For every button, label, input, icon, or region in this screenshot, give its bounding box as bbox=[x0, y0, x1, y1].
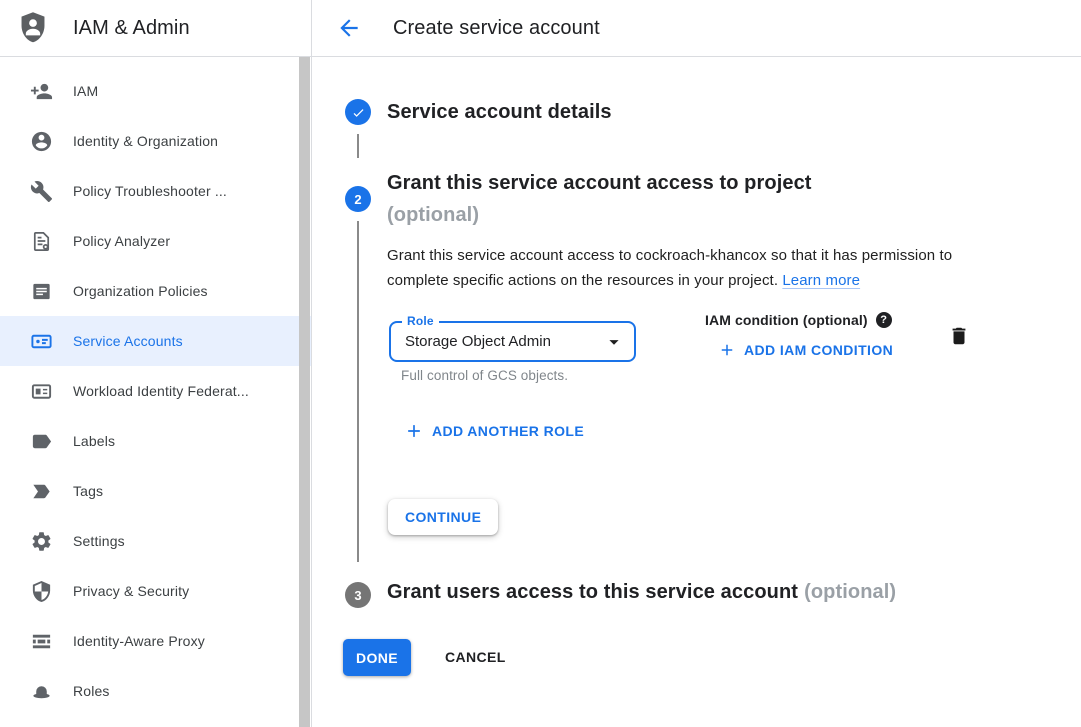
sidebar-item-iam[interactable]: IAM bbox=[0, 66, 311, 116]
sidebar-item-label: Privacy & Security bbox=[73, 583, 189, 599]
role-select[interactable]: Role Storage Object Admin bbox=[389, 321, 636, 362]
sidebar-item-label: Identity & Organization bbox=[73, 133, 218, 149]
step2-title[interactable]: Grant this service account access to pro… bbox=[387, 167, 812, 231]
learn-more-link[interactable]: Learn more bbox=[782, 272, 860, 289]
back-button[interactable] bbox=[336, 15, 362, 41]
service-account-badge-icon bbox=[30, 330, 53, 353]
person-add-icon bbox=[30, 80, 53, 103]
add-another-role-button[interactable]: ADD ANOTHER ROLE bbox=[404, 421, 584, 441]
sidebar-item-label: Organization Policies bbox=[73, 283, 208, 299]
sidebar-item-privacy-security[interactable]: Privacy & Security bbox=[0, 566, 311, 616]
sidebar-item-labels[interactable]: Labels bbox=[0, 416, 311, 466]
step1-complete-indicator bbox=[345, 99, 371, 125]
iam-admin-app: IAM & Admin Create service account IAM Id… bbox=[0, 0, 1081, 727]
sidebar-item-policy-troubleshooter[interactable]: Policy Troubleshooter ... bbox=[0, 166, 311, 216]
product-header: IAM & Admin bbox=[0, 0, 312, 56]
sidebar-item-settings[interactable]: Settings bbox=[0, 516, 311, 566]
sidebar-item-label: Workload Identity Federat... bbox=[73, 383, 249, 399]
wrench-icon bbox=[30, 180, 53, 203]
document-search-icon bbox=[30, 230, 53, 253]
create-service-account-panel: Service account details 2 Grant this ser… bbox=[312, 57, 1081, 727]
back-arrow-icon bbox=[336, 15, 362, 41]
iam-condition-header: IAM condition (optional) ? bbox=[705, 312, 892, 328]
sidebar-item-workload-identity-federat[interactable]: Workload Identity Federat... bbox=[0, 366, 311, 416]
label-tag-icon bbox=[30, 430, 53, 453]
sidebar-scrollbar[interactable] bbox=[299, 57, 310, 727]
delete-role-button[interactable] bbox=[947, 325, 971, 349]
sidebar-item-policy-analyzer[interactable]: Policy Analyzer bbox=[0, 216, 311, 266]
sidebar-nav: IAM Identity & Organization Policy Trouble… bbox=[0, 57, 312, 727]
help-icon[interactable]: ? bbox=[876, 312, 892, 328]
sidebar-item-organization-policies[interactable]: Organization Policies bbox=[0, 266, 311, 316]
sidebar-item-label: Settings bbox=[73, 533, 125, 549]
sidebar-item-label: IAM bbox=[73, 83, 98, 99]
top-bar: IAM & Admin Create service account bbox=[0, 0, 1081, 57]
step3-number-indicator: 3 bbox=[345, 582, 371, 608]
step3-optional-label: (optional) bbox=[804, 581, 896, 603]
step2-description: Grant this service account access to coc… bbox=[387, 243, 983, 293]
page-title: Create service account bbox=[393, 17, 600, 40]
trash-icon bbox=[948, 325, 970, 347]
plus-icon bbox=[404, 421, 424, 441]
stepper-connector bbox=[357, 134, 359, 158]
sidebar-item-label: Identity-Aware Proxy bbox=[73, 633, 205, 649]
check-icon bbox=[351, 105, 366, 120]
sidebar-item-label: Labels bbox=[73, 433, 115, 449]
cancel-button[interactable]: CANCEL bbox=[445, 647, 506, 667]
done-button[interactable]: DONE bbox=[343, 639, 411, 676]
iam-condition-label: IAM condition (optional) bbox=[705, 312, 868, 328]
role-helper-text: Full control of GCS objects. bbox=[401, 368, 568, 383]
step1-title[interactable]: Service account details bbox=[387, 101, 612, 124]
account-circle-icon bbox=[30, 130, 53, 153]
sidebar-item-roles[interactable]: Roles bbox=[0, 666, 311, 716]
document-lines-icon bbox=[30, 280, 53, 303]
sidebar-item-label: Tags bbox=[73, 483, 103, 499]
label-arrow-icon bbox=[30, 480, 53, 503]
sidebar-item-label: Policy Troubleshooter ... bbox=[73, 183, 227, 199]
add-iam-condition-button[interactable]: ADD IAM CONDITION bbox=[718, 341, 893, 359]
step2-optional-label: (optional) bbox=[387, 199, 812, 231]
sidebar-item-identity-organization[interactable]: Identity & Organization bbox=[0, 116, 311, 166]
dropdown-caret-icon bbox=[603, 331, 625, 353]
page-header: Create service account bbox=[312, 0, 1081, 56]
gear-icon bbox=[30, 530, 53, 553]
hat-icon bbox=[30, 680, 53, 703]
iam-admin-shield-icon bbox=[17, 10, 49, 46]
id-card-icon bbox=[30, 380, 53, 403]
sidebar-item-tags[interactable]: Tags bbox=[0, 466, 311, 516]
continue-button[interactable]: CONTINUE bbox=[388, 499, 498, 535]
role-selected-value: Storage Object Admin bbox=[405, 323, 551, 360]
shield-icon bbox=[30, 580, 53, 603]
sidebar-item-label: Service Accounts bbox=[73, 333, 183, 349]
sidebar-item-label: Policy Analyzer bbox=[73, 233, 170, 249]
sidebar-item-identity-aware-proxy[interactable]: Identity-Aware Proxy bbox=[0, 616, 311, 666]
sidebar-list: IAM Identity & Organization Policy Trouble… bbox=[0, 66, 311, 716]
plus-icon bbox=[718, 341, 736, 359]
striped-panel-icon bbox=[30, 630, 53, 653]
sidebar-item-label: Roles bbox=[73, 683, 110, 699]
sidebar-item-service-accounts[interactable]: Service Accounts bbox=[0, 316, 311, 366]
stepper-connector bbox=[357, 221, 359, 562]
step2-number-indicator: 2 bbox=[345, 186, 371, 212]
step3-title[interactable]: Grant users access to this service accou… bbox=[387, 581, 896, 604]
product-title: IAM & Admin bbox=[73, 17, 190, 40]
